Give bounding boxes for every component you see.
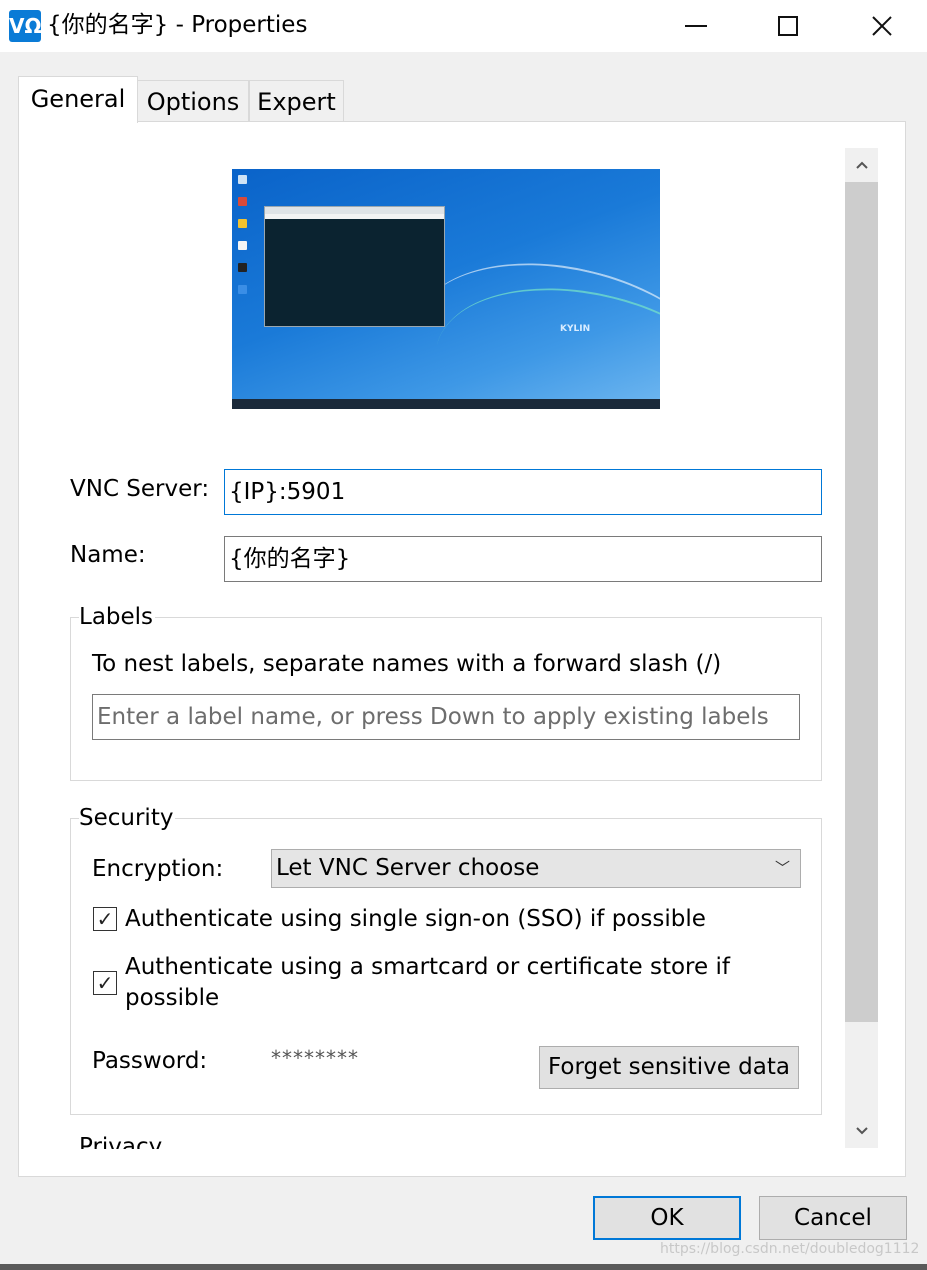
scroll-down-arrow[interactable] (845, 1114, 878, 1148)
tab-general[interactable]: General (18, 76, 138, 123)
chevron-down-icon: ﹀ (774, 859, 790, 877)
ok-button[interactable]: OK (593, 1196, 741, 1240)
checkmark-icon: ✓ (96, 907, 114, 931)
minimize-button[interactable] (650, 0, 742, 52)
watermark: https://blog.csdn.net/doubledog1112 (660, 1241, 920, 1257)
kylin-logo: KYLIN (560, 324, 591, 334)
password-label: Password: (92, 1048, 208, 1074)
smartcard-checkbox[interactable]: ✓ (93, 971, 117, 995)
window-title: {你的名字} - Properties (47, 12, 308, 38)
title-bar: VΩ {你的名字} - Properties (0, 0, 927, 52)
chevron-down-icon (855, 1127, 868, 1135)
tab-options[interactable]: Options (137, 80, 249, 122)
encryption-label: Encryption: (92, 856, 224, 882)
vertical-scrollbar[interactable] (845, 148, 878, 1148)
scroll-up-arrow[interactable] (845, 148, 878, 182)
smartcard-checkbox-label[interactable]: Authenticate using a smartcard or certif… (125, 952, 785, 1014)
window-bottom-edge (0, 1264, 927, 1270)
maximize-button[interactable] (742, 0, 834, 52)
scrollbar-thumb[interactable] (845, 182, 878, 1022)
minimize-icon (685, 25, 707, 27)
remote-desktop-thumbnail: KYLIN (232, 169, 660, 409)
labels-group-title: Labels (79, 602, 156, 632)
scrollable-content[interactable]: KYLIN VNC Server: {IP}:5901 Name: {你的名字}… (19, 122, 845, 1149)
name-label: Name: (70, 542, 146, 568)
encryption-selected-value: Let VNC Server choose (276, 855, 540, 881)
cancel-button[interactable]: Cancel (759, 1196, 907, 1240)
name-input[interactable]: {你的名字} (224, 536, 822, 582)
close-icon (872, 16, 892, 36)
close-button[interactable] (836, 0, 927, 52)
encryption-select[interactable]: Let VNC Server choose ﹀ (271, 849, 801, 888)
desktop-icons (238, 175, 250, 307)
forget-sensitive-data-button[interactable]: Forget sensitive data (539, 1046, 799, 1089)
chevron-up-icon (855, 161, 868, 169)
label-name-input[interactable]: Enter a label name, or press Down to app… (92, 694, 800, 740)
security-group-title: Security (79, 803, 176, 833)
general-tab-panel: KYLIN VNC Server: {IP}:5901 Name: {你的名字}… (18, 121, 906, 1177)
remote-taskbar (232, 399, 660, 409)
sso-checkbox-label[interactable]: Authenticate using single sign-on (SSO) … (125, 904, 805, 935)
checkmark-icon: ✓ (96, 971, 114, 995)
vnc-viewer-app-icon: VΩ (9, 10, 41, 42)
privacy-group-title: Privacy (79, 1134, 163, 1149)
password-value: ******** (271, 1046, 359, 1070)
vnc-server-input[interactable]: {IP}:5901 (224, 469, 822, 515)
sso-checkbox[interactable]: ✓ (93, 907, 117, 931)
tab-expert[interactable]: Expert (249, 80, 344, 122)
maximize-icon (778, 16, 798, 36)
labels-hint: To nest labels, separate names with a fo… (92, 651, 722, 677)
terminal-window-thumbnail (264, 206, 445, 327)
vnc-server-label: VNC Server: (70, 476, 210, 502)
